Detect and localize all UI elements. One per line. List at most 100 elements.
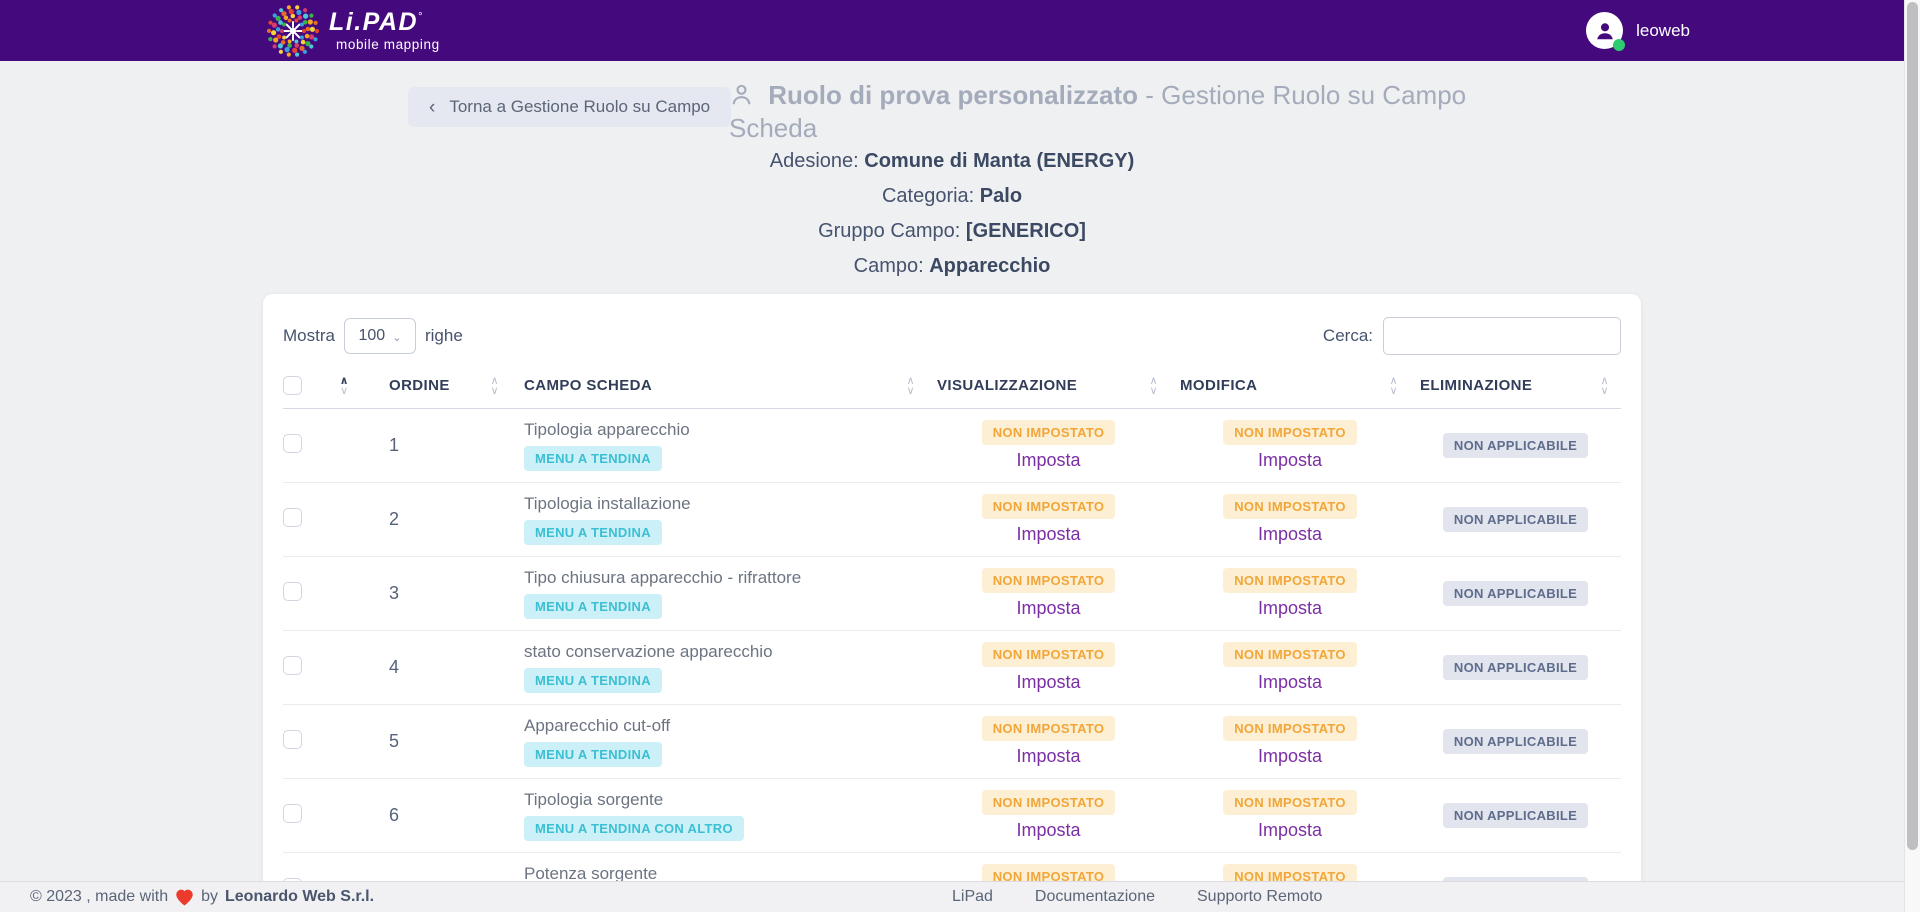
sort-control[interactable]: ∧ ∨ (907, 376, 915, 396)
row-modifica-cell: NON IMPOSTATO Imposta (1170, 568, 1410, 619)
visualizzazione-status-badge: NON IMPOSTATO (982, 494, 1116, 519)
logo-text: Li.PAD° mobile mapping (329, 10, 440, 52)
visualizzazione-imposta-link[interactable]: Imposta (1016, 598, 1080, 619)
info-campo-label: Campo: (854, 255, 930, 277)
row-ordine: 6 (361, 805, 511, 826)
eliminazione-status-badge: NON APPLICABILE (1443, 729, 1588, 754)
sort-desc-icon[interactable]: ∨ (340, 386, 348, 396)
visualizzazione-imposta-link[interactable]: Imposta (1016, 820, 1080, 841)
header-select-all[interactable]: ∧ ∨ (283, 363, 361, 408)
visualizzazione-imposta-link[interactable]: Imposta (1016, 746, 1080, 767)
user-menu[interactable]: leoweb (1586, 12, 1690, 49)
row-checkbox[interactable] (283, 434, 302, 453)
row-ordine: 3 (361, 583, 511, 604)
row-checkbox[interactable] (283, 508, 302, 527)
table-row: 5 Apparecchio cut-off MENU A TENDINA NON… (283, 704, 1621, 778)
row-checkbox[interactable] (283, 582, 302, 601)
row-campo-cell: Tipo chiusura apparecchio - rifrattore M… (511, 557, 927, 630)
row-modifica-cell: NON IMPOSTATO Imposta (1170, 642, 1410, 693)
sort-desc-icon[interactable]: ∨ (491, 386, 499, 396)
footer-link-supporto-remoto[interactable]: Supporto Remoto (1197, 888, 1322, 906)
info-categoria: Categoria: Palo (263, 185, 1641, 220)
sort-control[interactable]: ∧ ∨ (491, 376, 499, 396)
campo-name: Tipologia installazione (524, 494, 927, 514)
campo-name: Tipo chiusura apparecchio - rifrattore (524, 568, 927, 588)
row-checkbox[interactable] (283, 730, 302, 749)
visualizzazione-imposta-link[interactable]: Imposta (1016, 450, 1080, 471)
online-status-dot (1613, 39, 1625, 51)
modifica-status-badge: NON IMPOSTATO (1223, 716, 1357, 741)
row-select-cell (283, 582, 361, 606)
header-ordine[interactable]: ORDINE ∧ ∨ (361, 363, 511, 408)
rows-label: righe (425, 326, 463, 346)
modifica-imposta-link[interactable]: Imposta (1258, 598, 1322, 619)
campo-name: stato conservazione apparecchio (524, 642, 927, 662)
row-campo-cell: Tipologia sorgente MENU A TENDINA CON AL… (511, 779, 927, 852)
modifica-imposta-link[interactable]: Imposta (1258, 746, 1322, 767)
search-input[interactable] (1383, 317, 1621, 355)
row-ordine: 4 (361, 657, 511, 678)
header-modifica-label: MODIFICA (1180, 377, 1257, 394)
header-modifica[interactable]: MODIFICA ∧ ∨ (1170, 363, 1410, 408)
row-eliminazione-cell: NON APPLICABILE (1410, 803, 1621, 828)
sort-desc-icon[interactable]: ∨ (907, 386, 915, 396)
campo-type-badge: MENU A TENDINA CON ALTRO (524, 816, 744, 841)
row-select-cell (283, 656, 361, 680)
modifica-status-badge: NON IMPOSTATO (1223, 790, 1357, 815)
info-gruppo-label: Gruppo Campo: (818, 220, 966, 242)
info-categoria-value: Palo (980, 185, 1022, 207)
sort-control[interactable]: ∧ ∨ (1390, 376, 1398, 396)
sort-desc-icon[interactable]: ∨ (1150, 386, 1158, 396)
row-campo-cell: stato conservazione apparecchio MENU A T… (511, 631, 927, 704)
back-button[interactable]: ‹ Torna a Gestione Ruolo su Campo (408, 87, 731, 127)
campo-type-badge: MENU A TENDINA (524, 594, 662, 619)
row-visualizzazione-cell: NON IMPOSTATO Imposta (927, 642, 1170, 693)
page-title-bold: Ruolo di prova personalizzato (768, 80, 1138, 110)
sort-desc-icon[interactable]: ∨ (1390, 386, 1398, 396)
show-label: Mostra (283, 326, 335, 346)
sort-desc-icon[interactable]: ∨ (1601, 386, 1609, 396)
modifica-imposta-link[interactable]: Imposta (1258, 524, 1322, 545)
modifica-imposta-link[interactable]: Imposta (1258, 820, 1322, 841)
footer-link-documentazione[interactable]: Documentazione (1035, 888, 1155, 906)
row-select-cell (283, 804, 361, 828)
lipad-logo[interactable]: Li.PAD° mobile mapping (267, 5, 440, 57)
page-size-select[interactable]: 100 ⌄ (344, 318, 416, 354)
row-eliminazione-cell: NON APPLICABILE (1410, 729, 1621, 754)
modifica-status-badge: NON IMPOSTATO (1223, 494, 1357, 519)
modifica-status-badge: NON IMPOSTATO (1223, 420, 1357, 445)
company-name: Leonardo Web S.r.l. (225, 888, 374, 906)
page-size-value: 100 (359, 327, 386, 345)
sort-control[interactable]: ∧ ∨ (1150, 376, 1158, 396)
copyright-suffix: by (201, 888, 218, 906)
visualizzazione-imposta-link[interactable]: Imposta (1016, 524, 1080, 545)
campo-name: Tipologia apparecchio (524, 420, 927, 440)
row-visualizzazione-cell: NON IMPOSTATO Imposta (927, 716, 1170, 767)
sort-control[interactable]: ∧ ∨ (1601, 376, 1609, 396)
modifica-imposta-link[interactable]: Imposta (1258, 450, 1322, 471)
modifica-imposta-link[interactable]: Imposta (1258, 672, 1322, 693)
row-checkbox[interactable] (283, 656, 302, 675)
table-body: 1 Tipologia apparecchio MENU A TENDINA N… (283, 409, 1621, 912)
header-eliminazione-label: ELIMINAZIONE (1420, 377, 1532, 394)
scrollbar-thumb[interactable] (1907, 2, 1918, 850)
visualizzazione-imposta-link[interactable]: Imposta (1016, 672, 1080, 693)
context-info: Adesione: Comune di Manta (ENERGY) Categ… (263, 150, 1641, 290)
modifica-status-badge: NON IMPOSTATO (1223, 568, 1357, 593)
header-eliminazione[interactable]: ELIMINAZIONE ∧ ∨ (1410, 363, 1621, 408)
sort-control[interactable]: ∧ ∨ (340, 376, 349, 396)
row-checkbox[interactable] (283, 804, 302, 823)
table-row: 2 Tipologia installazione MENU A TENDINA… (283, 482, 1621, 556)
visualizzazione-status-badge: NON IMPOSTATO (982, 642, 1116, 667)
select-all-checkbox[interactable] (283, 376, 302, 395)
modifica-status-badge: NON IMPOSTATO (1223, 642, 1357, 667)
table-row: 3 Tipo chiusura apparecchio - rifrattore… (283, 556, 1621, 630)
data-table: ∧ ∨ ORDINE ∧ ∨ CAMPO SCHEDA ∧ ∨ VISUALI (283, 363, 1621, 912)
visualizzazione-status-badge: NON IMPOSTATO (982, 420, 1116, 445)
header-campo-scheda[interactable]: CAMPO SCHEDA ∧ ∨ (511, 363, 927, 408)
row-eliminazione-cell: NON APPLICABILE (1410, 507, 1621, 532)
header-visualizzazione[interactable]: VISUALIZZAZIONE ∧ ∨ (927, 363, 1170, 408)
search-control: Cerca: (1323, 317, 1621, 355)
visualizzazione-status-badge: NON IMPOSTATO (982, 568, 1116, 593)
footer-link-lipad[interactable]: LiPad (952, 888, 993, 906)
